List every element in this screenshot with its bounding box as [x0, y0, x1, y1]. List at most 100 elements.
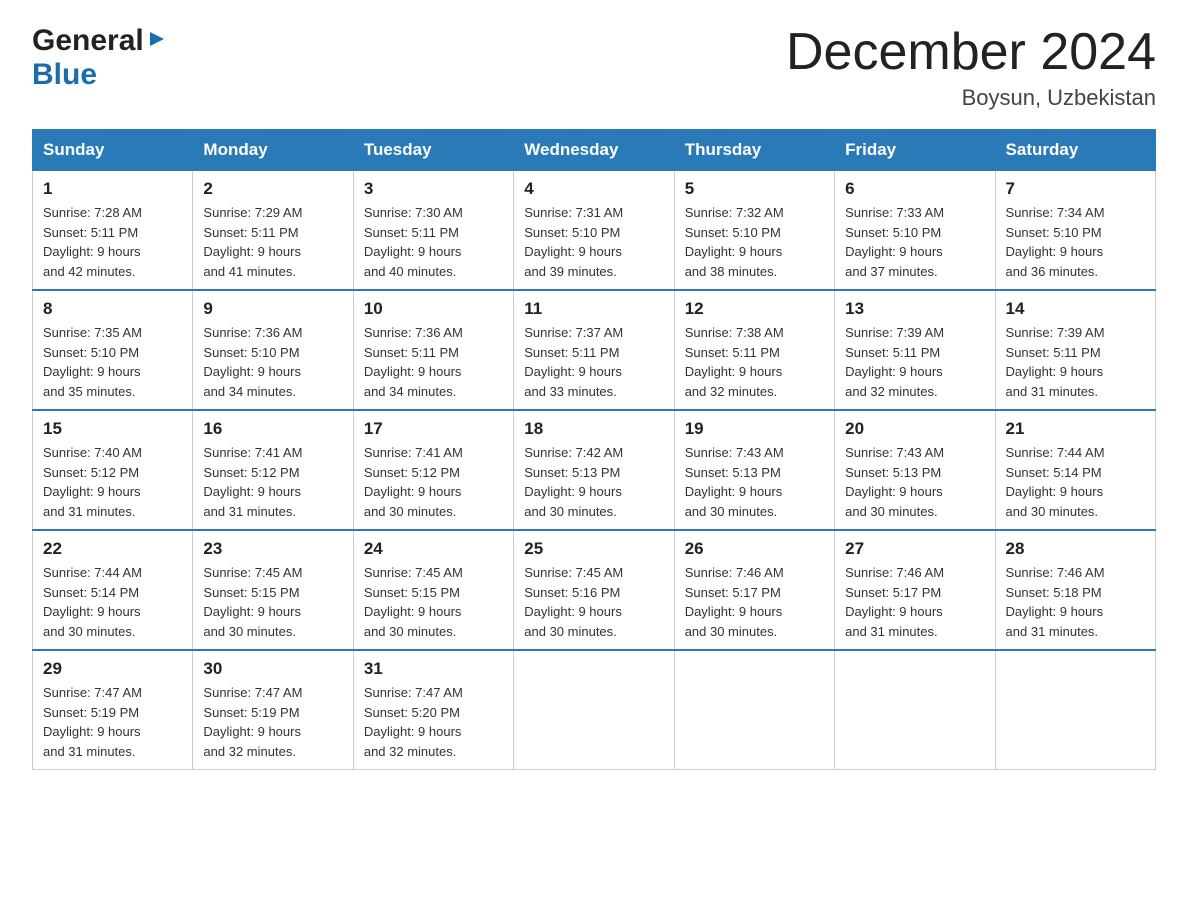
day-number: 15 [43, 419, 182, 439]
calendar-cell: 16Sunrise: 7:41 AMSunset: 5:12 PMDayligh… [193, 410, 353, 530]
calendar-cell [835, 650, 995, 770]
day-info: Sunrise: 7:29 AMSunset: 5:11 PMDaylight:… [203, 203, 342, 281]
day-number: 11 [524, 299, 663, 319]
day-number: 2 [203, 179, 342, 199]
day-info: Sunrise: 7:46 AMSunset: 5:17 PMDaylight:… [845, 563, 984, 641]
day-number: 25 [524, 539, 663, 559]
calendar-cell [995, 650, 1155, 770]
day-number: 22 [43, 539, 182, 559]
day-info: Sunrise: 7:30 AMSunset: 5:11 PMDaylight:… [364, 203, 503, 281]
day-header-saturday: Saturday [995, 130, 1155, 171]
calendar-title: December 2024 [786, 24, 1156, 81]
day-info: Sunrise: 7:28 AMSunset: 5:11 PMDaylight:… [43, 203, 182, 281]
day-info: Sunrise: 7:33 AMSunset: 5:10 PMDaylight:… [845, 203, 984, 281]
logo-general-text: General [32, 24, 144, 58]
day-info: Sunrise: 7:47 AMSunset: 5:19 PMDaylight:… [43, 683, 182, 761]
calendar-cell: 22 Sunrise: 7:44 AMSunset: 5:14 PMDayligh… [33, 530, 193, 650]
calendar-cell: 10 Sunrise: 7:36 AMSunset: 5:11 PMDayligh… [353, 290, 513, 410]
calendar-cell: 25 Sunrise: 7:45 AMSunset: 5:16 PMDayligh… [514, 530, 674, 650]
calendar-cell: 4 Sunrise: 7:31 AMSunset: 5:10 PMDaylight… [514, 171, 674, 291]
day-header-friday: Friday [835, 130, 995, 171]
day-info: Sunrise: 7:43 AMSunset: 5:13 PMDaylight:… [845, 443, 984, 521]
calendar-cell: 8 Sunrise: 7:35 AMSunset: 5:10 PMDaylight… [33, 290, 193, 410]
calendar-cell: 26Sunrise: 7:46 AMSunset: 5:17 PMDayligh… [674, 530, 834, 650]
calendar-cell: 24 Sunrise: 7:45 AMSunset: 5:15 PMDayligh… [353, 530, 513, 650]
day-info: Sunrise: 7:40 AMSunset: 5:12 PMDaylight:… [43, 443, 182, 521]
calendar-cell: 11 Sunrise: 7:37 AMSunset: 5:11 PMDayligh… [514, 290, 674, 410]
calendar-cell: 3 Sunrise: 7:30 AMSunset: 5:11 PMDaylight… [353, 171, 513, 291]
calendar-cell: 9 Sunrise: 7:36 AMSunset: 5:10 PMDaylight… [193, 290, 353, 410]
day-number: 24 [364, 539, 503, 559]
day-info: Sunrise: 7:35 AMSunset: 5:10 PMDaylight:… [43, 323, 182, 401]
calendar-cell: 6 Sunrise: 7:33 AMSunset: 5:10 PMDaylight… [835, 171, 995, 291]
calendar-cell: 2 Sunrise: 7:29 AMSunset: 5:11 PMDaylight… [193, 171, 353, 291]
day-info: Sunrise: 7:47 AMSunset: 5:19 PMDaylight:… [203, 683, 342, 761]
calendar-header-row: SundayMondayTuesdayWednesdayThursdayFrid… [33, 130, 1156, 171]
day-number: 5 [685, 179, 824, 199]
logo-blue-text: Blue [32, 58, 97, 91]
day-number: 13 [845, 299, 984, 319]
day-number: 4 [524, 179, 663, 199]
day-info: Sunrise: 7:31 AMSunset: 5:10 PMDaylight:… [524, 203, 663, 281]
calendar-cell: 30 Sunrise: 7:47 AMSunset: 5:19 PMDayligh… [193, 650, 353, 770]
calendar-cell: 28 Sunrise: 7:46 AMSunset: 5:18 PMDayligh… [995, 530, 1155, 650]
day-info: Sunrise: 7:39 AMSunset: 5:11 PMDaylight:… [1006, 323, 1145, 401]
day-info: Sunrise: 7:36 AMSunset: 5:10 PMDaylight:… [203, 323, 342, 401]
day-number: 6 [845, 179, 984, 199]
day-number: 7 [1006, 179, 1145, 199]
day-info: Sunrise: 7:38 AMSunset: 5:11 PMDaylight:… [685, 323, 824, 401]
calendar-cell [514, 650, 674, 770]
calendar-table: SundayMondayTuesdayWednesdayThursdayFrid… [32, 129, 1156, 770]
calendar-cell: 29 Sunrise: 7:47 AMSunset: 5:19 PMDayligh… [33, 650, 193, 770]
day-number: 12 [685, 299, 824, 319]
day-info: Sunrise: 7:42 AMSunset: 5:13 PMDaylight:… [524, 443, 663, 521]
calendar-week-row: 15 Sunrise: 7:40 AMSunset: 5:12 PMDayligh… [33, 410, 1156, 530]
day-info: Sunrise: 7:43 AMSunset: 5:13 PMDaylight:… [685, 443, 824, 521]
calendar-cell: 27 Sunrise: 7:46 AMSunset: 5:17 PMDayligh… [835, 530, 995, 650]
day-info: Sunrise: 7:44 AMSunset: 5:14 PMDaylight:… [1006, 443, 1145, 521]
day-header-monday: Monday [193, 130, 353, 171]
title-block: December 2024 Boysun, Uzbekistan [786, 24, 1156, 111]
calendar-cell: 19 Sunrise: 7:43 AMSunset: 5:13 PMDayligh… [674, 410, 834, 530]
calendar-cell: 23Sunrise: 7:45 AMSunset: 5:15 PMDayligh… [193, 530, 353, 650]
calendar-subtitle: Boysun, Uzbekistan [786, 85, 1156, 111]
day-info: Sunrise: 7:39 AMSunset: 5:11 PMDaylight:… [845, 323, 984, 401]
day-info: Sunrise: 7:36 AMSunset: 5:11 PMDaylight:… [364, 323, 503, 401]
day-number: 21 [1006, 419, 1145, 439]
day-number: 3 [364, 179, 503, 199]
calendar-cell: 31 Sunrise: 7:47 AMSunset: 5:20 PMDayligh… [353, 650, 513, 770]
day-info: Sunrise: 7:37 AMSunset: 5:11 PMDaylight:… [524, 323, 663, 401]
day-number: 27 [845, 539, 984, 559]
day-number: 18 [524, 419, 663, 439]
page-header: General Blue December 2024 Boysun, Uzbek… [32, 24, 1156, 111]
day-number: 19 [685, 419, 824, 439]
day-header-tuesday: Tuesday [353, 130, 513, 171]
day-number: 31 [364, 659, 503, 679]
calendar-cell [674, 650, 834, 770]
day-header-wednesday: Wednesday [514, 130, 674, 171]
logo: General Blue [32, 24, 168, 92]
calendar-week-row: 29 Sunrise: 7:47 AMSunset: 5:19 PMDayligh… [33, 650, 1156, 770]
day-number: 1 [43, 179, 182, 199]
calendar-cell: 21 Sunrise: 7:44 AMSunset: 5:14 PMDayligh… [995, 410, 1155, 530]
day-info: Sunrise: 7:45 AMSunset: 5:16 PMDaylight:… [524, 563, 663, 641]
day-info: Sunrise: 7:44 AMSunset: 5:14 PMDaylight:… [43, 563, 182, 641]
day-info: Sunrise: 7:47 AMSunset: 5:20 PMDaylight:… [364, 683, 503, 761]
calendar-week-row: 22 Sunrise: 7:44 AMSunset: 5:14 PMDayligh… [33, 530, 1156, 650]
day-number: 8 [43, 299, 182, 319]
calendar-cell: 13 Sunrise: 7:39 AMSunset: 5:11 PMDayligh… [835, 290, 995, 410]
day-info: Sunrise: 7:41 AMSunset: 5:12 PMDaylight:… [364, 443, 503, 521]
day-info: Sunrise: 7:32 AMSunset: 5:10 PMDaylight:… [685, 203, 824, 281]
day-number: 28 [1006, 539, 1145, 559]
day-info: Sunrise: 7:45 AMSunset: 5:15 PMDaylight:… [364, 563, 503, 641]
day-number: 30 [203, 659, 342, 679]
day-number: 29 [43, 659, 182, 679]
day-info: Sunrise: 7:41 AMSunset: 5:12 PMDaylight:… [203, 443, 342, 521]
day-number: 9 [203, 299, 342, 319]
day-info: Sunrise: 7:46 AMSunset: 5:18 PMDaylight:… [1006, 563, 1145, 641]
calendar-cell: 5 Sunrise: 7:32 AMSunset: 5:10 PMDaylight… [674, 171, 834, 291]
calendar-cell: 1 Sunrise: 7:28 AMSunset: 5:11 PMDaylight… [33, 171, 193, 291]
calendar-cell: 18 Sunrise: 7:42 AMSunset: 5:13 PMDayligh… [514, 410, 674, 530]
day-info: Sunrise: 7:45 AMSunset: 5:15 PMDaylight:… [203, 563, 342, 641]
day-number: 10 [364, 299, 503, 319]
